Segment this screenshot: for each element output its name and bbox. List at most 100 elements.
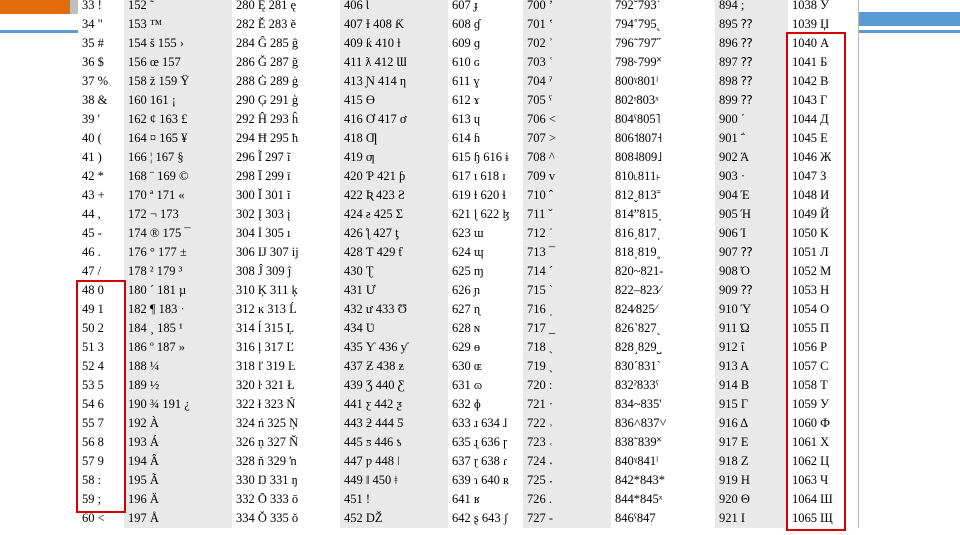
codepoint-cell: 316 ļ 317 Ľ xyxy=(232,338,340,357)
codepoint-cell: 906 Ί xyxy=(715,224,788,243)
codepoint-cell: 607 ɟ xyxy=(448,0,523,15)
codepoint-column: 152 ˜153 ™154 š 155 ›156 œ 157158 ž 159 … xyxy=(124,0,233,528)
codepoint-cell: 437 Ƶ 438 ƶ xyxy=(340,357,448,376)
codepoint-cell: 615 ɧ 616 ɨ xyxy=(448,148,523,167)
codepoint-cell: 37 % xyxy=(78,72,124,91)
codepoint-cell: 184 ¸ 185 ¹ xyxy=(124,319,232,338)
codepoint-cell: 288 Ġ 289 ġ xyxy=(232,72,340,91)
codepoint-cell: 721 · xyxy=(523,395,611,414)
codepoint-cell: 449 ǁ 450 ǂ xyxy=(340,471,448,490)
codepoint-cell: 707 > xyxy=(523,129,611,148)
codepoint-cell: 190 ¾ 191 ¿ xyxy=(124,395,232,414)
codepoint-cell: 415 Ɵ xyxy=(340,91,448,110)
codepoint-cell: 174 ® 175 ¯ xyxy=(124,224,232,243)
codepoint-cell: 38 & xyxy=(78,91,124,110)
codepoint-cell: 614 ɦ xyxy=(448,129,523,148)
codepoint-cell: 630 ɶ xyxy=(448,357,523,376)
codepoint-cell: 915 Γ xyxy=(715,395,788,414)
codepoint-cell: 642 ʂ 643 ʃ xyxy=(448,509,523,528)
codepoint-cell: 40 ( xyxy=(78,129,124,148)
codepoint-cell: 637 ɽ 638 ɾ xyxy=(448,452,523,471)
codepoint-cell: 280 Ę 281 ę xyxy=(232,0,340,15)
codepoint-cell: 443 ƻ 444 Ƽ xyxy=(340,414,448,433)
codepoint-cell: 441 ƹ 442 ƺ xyxy=(340,395,448,414)
codepoint-cell: 608 ɠ xyxy=(448,15,523,34)
codepoint-cell: 45 - xyxy=(78,224,124,243)
codepoint-cell: 156 œ 157 xyxy=(124,53,232,72)
codepoint-cell: 46 . xyxy=(78,243,124,262)
codepoint-column: 607 ɟ608 ɠ609 ɡ610 ɢ611 ɣ612 ɤ613 ɥ614 ɦ… xyxy=(448,0,524,528)
codepoint-cell: 42 * xyxy=(78,167,124,186)
codepoint-cell: 168 ¨ 169 © xyxy=(124,167,232,186)
codepoint-cell: 308 Ĵ 309 ĵ xyxy=(232,262,340,281)
codepoint-cell: 1051 Л xyxy=(788,243,858,262)
codepoint-cell: 1044 Д xyxy=(788,110,858,129)
codepoint-cell: 800ˠ801ˡ xyxy=(611,72,715,91)
codepoint-cell: 724 ˔ xyxy=(523,452,611,471)
codepoint-cell: 844*845ˣ xyxy=(611,490,715,509)
codepoint-cell: 913 Α xyxy=(715,357,788,376)
codepoint-cell: 838˜839˟ xyxy=(611,433,715,452)
codepoint-cell: 708 ^ xyxy=(523,148,611,167)
codepoint-cell: 59 ; xyxy=(78,490,124,509)
codepoint-cell: 794˚795˛ xyxy=(611,15,715,34)
codepoint-cell: 826˺827˻ xyxy=(611,319,715,338)
codepoint-cell: 164 ¤ 165 ¥ xyxy=(124,129,232,148)
codepoint-cell: 709 v xyxy=(523,167,611,186)
codepoint-cell: 418 Ƣ xyxy=(340,129,448,148)
codepoint-cell: 447 ƿ 448 ǀ xyxy=(340,452,448,471)
codepoint-cell: 895 ⁇ xyxy=(715,15,788,34)
codepoint-cell: 176 ° 177 ± xyxy=(124,243,232,262)
codepoint-cell: 621 ɭ 622 ɮ xyxy=(448,205,523,224)
codepoint-cell: 56 8 xyxy=(78,433,124,452)
codepoint-cell: 804ˤ805˥ xyxy=(611,110,715,129)
codepoint-cell: 611 ɣ xyxy=(448,72,523,91)
codepoint-cell: 322 ł 323 Ń xyxy=(232,395,340,414)
codepoint-cell: 54 6 xyxy=(78,395,124,414)
codepoint-cell: 180 ´ 181 µ xyxy=(124,281,232,300)
codepoint-cell: 1064 Ш xyxy=(788,490,858,509)
codepoint-cell: 188 ¼ xyxy=(124,357,232,376)
codepoint-cell: 808˨809˩ xyxy=(611,148,715,167)
codepoint-cell: 153 ™ xyxy=(124,15,232,34)
codepoint-cell: 625 ɱ xyxy=(448,262,523,281)
codepoint-cell: 639 ɿ 640 ʀ xyxy=(448,471,523,490)
codepoint-cell: 725 ˕ xyxy=(523,471,611,490)
codepoint-cell: 1048 И xyxy=(788,186,858,205)
codepoint-cell: 49 1 xyxy=(78,300,124,319)
codepoint-cell: 612 ɤ xyxy=(448,91,523,110)
codepoint-cell: 726 . xyxy=(523,490,611,509)
codepoint-cell: 286 Ğ 287 ğ xyxy=(232,53,340,72)
codepoint-column: 792˘793˙794˚795˛796˜797˝798˞799˟800ˠ801ˡ… xyxy=(611,0,716,528)
codepoint-cell: 445 ƽ 446 ƾ xyxy=(340,433,448,452)
codepoint-cell: 846ˤ847 xyxy=(611,509,715,528)
codepoint-cell: 302 Į 303 į xyxy=(232,205,340,224)
codepoint-cell: 39 ' xyxy=(78,110,124,129)
codepoint-cell: 160 161 ¡ xyxy=(124,91,232,110)
codepoint-cell: 629 ɵ xyxy=(448,338,523,357)
codepoint-cell: 717 _ xyxy=(523,319,611,338)
codepoint-cell: 55 7 xyxy=(78,414,124,433)
codepoint-cell: 609 ɡ xyxy=(448,34,523,53)
codepoint-cell: 326 ņ 327 Ň xyxy=(232,433,340,452)
codepoint-cell: 416 Ơ 417 ơ xyxy=(340,110,448,129)
codepoint-cell: 282 Ě 283 ě xyxy=(232,15,340,34)
codepoint-cell: 1049 Й xyxy=(788,205,858,224)
codepoint-cell: 334 Ŏ 335 ŏ xyxy=(232,509,340,528)
codepoint-cell: 1047 З xyxy=(788,167,858,186)
codepoint-cell: 711 ˇ xyxy=(523,205,611,224)
codepoint-cell: 310 Ķ 311 ķ xyxy=(232,281,340,300)
codepoint-cell: 186 º 187 » xyxy=(124,338,232,357)
codepoint-cell: 921 Ι xyxy=(715,509,788,528)
codepoint-cell: 613 ɥ xyxy=(448,110,523,129)
codepoint-cell: 912 ΐ xyxy=(715,338,788,357)
codepoint-cell: 899 ⁇ xyxy=(715,91,788,110)
codepoint-cell: 428 Ƭ 429 ƭ xyxy=(340,243,448,262)
codepoint-cell: 47 / xyxy=(78,262,124,281)
codepoint-cell: 806˦807˧ xyxy=(611,129,715,148)
codepoint-cell: 1046 Ж xyxy=(788,148,858,167)
codepoint-cell: 840ˠ841ˡ xyxy=(611,452,715,471)
codepoint-cell: 908 Ό xyxy=(715,262,788,281)
codepoint-cell: 409 ƙ 410 ƚ xyxy=(340,34,448,53)
codepoint-cell: 898 ⁇ xyxy=(715,72,788,91)
